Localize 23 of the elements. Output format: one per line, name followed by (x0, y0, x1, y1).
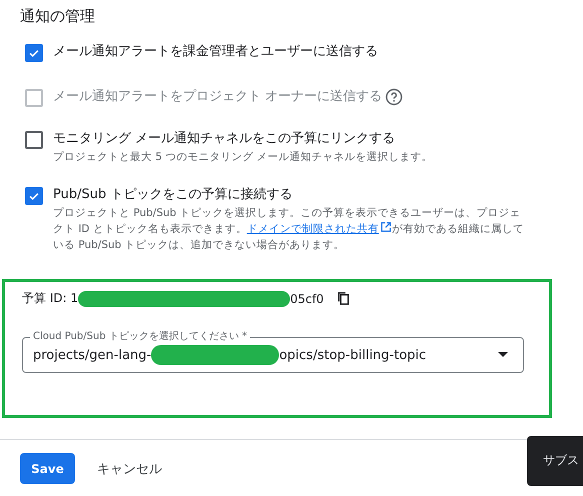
topic-select-field[interactable]: Cloud Pub/Sub トピックを選択してください * projects/gen-lang- opics/stop-billing-topic (22, 330, 524, 373)
save-button[interactable]: Save (20, 453, 75, 484)
cancel-button[interactable]: キャンセル (95, 456, 164, 482)
checkbox-label: Pub/Sub トピックをこの予算に接続する (53, 186, 292, 204)
sharing-link[interactable]: ドメインで制限された共有 (246, 223, 392, 235)
option-description: プロジェクトと Pub/Sub トピックを選択します。この予算を表示できるユーザーは、プロジェクト ID とトピック名も表示できます。ドメインで制限された共有 が有効である組織に属している Pub/Sub トピックは、追加できない場合があります。 (53, 206, 525, 253)
option-description: プロジェクトと最大 5 つのモニタリング メール通知チャネルを選択します。 (53, 150, 434, 165)
checkbox-label: メール通知アラートをプロジェクト オーナーに送信する (53, 88, 382, 106)
budget-id-suffix: 05cf0 (290, 292, 324, 306)
checkbox-label: モニタリング メール通知チャネルをこの予算にリンクする (53, 130, 396, 148)
checkbox-label: メール通知アラートを課金管理者とユーザーに送信する (53, 43, 378, 61)
checkbox[interactable] (25, 187, 43, 205)
checkbox[interactable] (25, 44, 43, 62)
topic-value-start: projects/gen-lang- (33, 348, 152, 362)
budget-id-label: 予算 ID: 1 (22, 290, 78, 307)
external-link-icon (380, 221, 392, 233)
copy-icon[interactable] (336, 291, 351, 306)
topic-value-end: opics/stop-billing-topic (279, 348, 426, 362)
field-label: Cloud Pub/Sub トピックを選択してください * (30, 330, 250, 344)
section-title: 通知の管理 (20, 7, 95, 26)
checkbox[interactable] (25, 131, 43, 149)
caret-icon (498, 352, 508, 357)
toast: サブス (527, 436, 583, 486)
